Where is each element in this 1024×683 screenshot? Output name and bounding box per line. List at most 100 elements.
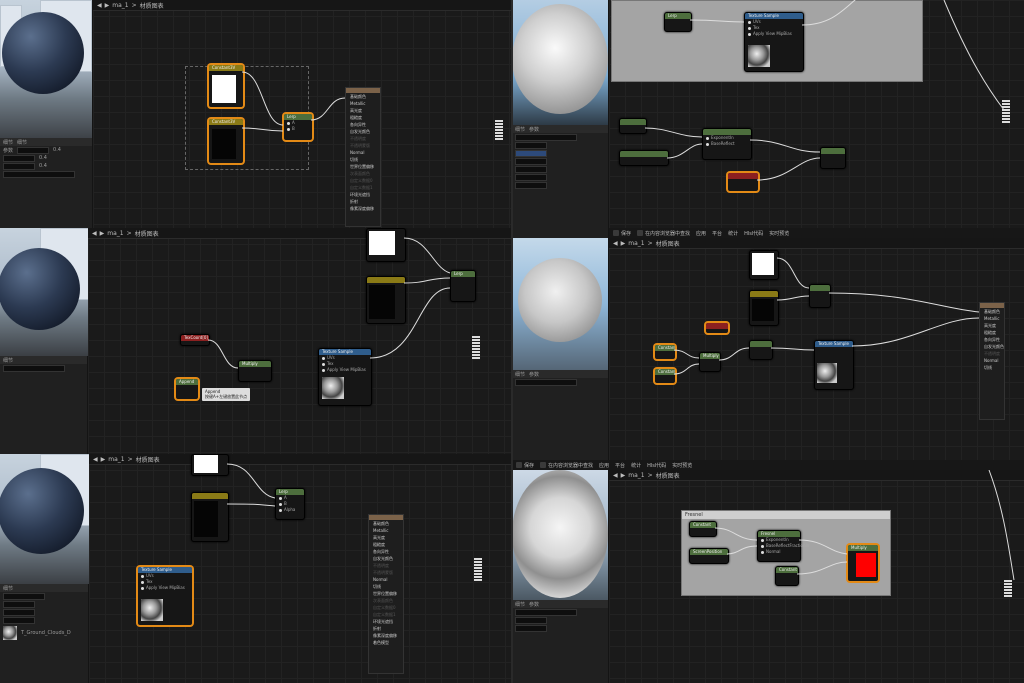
- param-field[interactable]: [3, 608, 35, 616]
- param-field[interactable]: [515, 165, 547, 173]
- save-button[interactable]: 保存: [516, 462, 534, 469]
- texture-sample-node[interactable]: Texture Sample: [814, 340, 854, 390]
- preview-viewport[interactable]: [0, 0, 92, 140]
- preview-viewport[interactable]: [512, 470, 608, 600]
- search-field[interactable]: [515, 133, 577, 141]
- texcoord-node[interactable]: [705, 322, 729, 334]
- forward-icon[interactable]: ▶: [100, 230, 105, 237]
- screen-position-node[interactable]: [619, 150, 669, 166]
- param-field[interactable]: [3, 154, 35, 162]
- param-field[interactable]: [515, 181, 547, 189]
- param-field[interactable]: [3, 592, 45, 600]
- preview-viewport[interactable]: [512, 0, 608, 125]
- constant3v-node[interactable]: [749, 250, 779, 280]
- param-field[interactable]: [515, 624, 547, 632]
- live-preview-button[interactable]: 实时预览: [672, 462, 692, 469]
- param-field[interactable]: [515, 141, 547, 149]
- param-field[interactable]: [3, 616, 35, 624]
- search-field[interactable]: [515, 608, 577, 616]
- material-graph[interactable]: ◀ ▶ ma_1 > 材质图表 Fresnel Constant ScreenP…: [609, 470, 1024, 683]
- constant3v-node[interactable]: [191, 454, 229, 476]
- back-icon[interactable]: ◀: [613, 240, 618, 247]
- preview-viewport[interactable]: [512, 238, 608, 370]
- forward-icon[interactable]: ▶: [105, 2, 110, 9]
- param-tab[interactable]: 细节: [17, 139, 27, 146]
- multiply-node[interactable]: Multiply: [238, 360, 272, 382]
- fresnel-node[interactable]: ExponentIn BaseReflect: [702, 128, 752, 160]
- material-graph[interactable]: ◀ ▶ ma_1 > 材质图表 Lerp A B Alpha Texture S…: [89, 454, 512, 683]
- stats-button[interactable]: 统计: [728, 230, 738, 237]
- platform-button[interactable]: 平台: [712, 230, 722, 237]
- material-graph[interactable]: ◀ ▶ ma_1 > 材质图表 Constant Constant Multip…: [609, 238, 1024, 460]
- apply-button[interactable]: 应用: [599, 462, 609, 469]
- texcoord-node[interactable]: TexCoord[0]: [180, 334, 210, 346]
- constant-node[interactable]: Constant: [654, 368, 676, 384]
- forward-icon[interactable]: ▶: [621, 472, 626, 479]
- param-field[interactable]: [515, 157, 547, 165]
- search-field[interactable]: [3, 364, 65, 372]
- search-field[interactable]: [515, 378, 577, 386]
- multiply-node[interactable]: Constant: [775, 566, 799, 586]
- material-graph[interactable]: Lerp Texture Sample UVs Tex Apply View M…: [609, 0, 1024, 228]
- hlsl-button[interactable]: Hlsl代码: [744, 230, 763, 237]
- material-output-node[interactable]: 基础颜色 Metallic 高光度 粗糙度 各向异性 自发光颜色 不透明度 不透…: [368, 514, 404, 674]
- search-field[interactable]: [3, 170, 75, 178]
- texture-sample-node[interactable]: Texture Sample UVs Tex Apply View MipBia…: [137, 566, 193, 626]
- param-field[interactable]: [515, 616, 547, 624]
- multiply-node[interactable]: [749, 340, 773, 360]
- back-icon[interactable]: ◀: [92, 230, 97, 237]
- material-graph[interactable]: ◀ ▶ ma_1 > 材质图表 Lerp TexCoord[0] Multipl…: [88, 228, 512, 454]
- browse-button[interactable]: 在内容浏览器中查找: [637, 230, 690, 237]
- param-field[interactable]: [3, 162, 35, 170]
- lerp-node[interactable]: Lerp: [664, 12, 692, 32]
- save-button[interactable]: 保存: [613, 230, 631, 237]
- lerp-node[interactable]: [366, 228, 406, 262]
- forward-icon[interactable]: ▶: [101, 456, 106, 463]
- constant-node[interactable]: [619, 118, 647, 134]
- multiply-node[interactable]: Multiply: [699, 352, 721, 372]
- constant3v-node[interactable]: [366, 276, 406, 324]
- param-field[interactable]: [515, 173, 547, 181]
- details-tab[interactable]: 细节: [3, 139, 13, 146]
- preview-viewport[interactable]: [0, 454, 92, 584]
- preview-viewport[interactable]: [0, 228, 92, 356]
- lerp-node[interactable]: Lerp A B: [283, 113, 313, 141]
- param-field[interactable]: [515, 149, 547, 157]
- constant-node[interactable]: Constant: [654, 344, 676, 360]
- constant3v-node[interactable]: Constant3V: [208, 64, 244, 108]
- constant-node[interactable]: [727, 172, 759, 192]
- back-icon[interactable]: ◀: [613, 472, 618, 479]
- lerp-node[interactable]: [809, 284, 831, 308]
- apply-button[interactable]: 应用: [696, 230, 706, 237]
- lerp-node[interactable]: Lerp: [450, 270, 476, 302]
- constant3v-node[interactable]: [191, 492, 229, 542]
- material-output-node[interactable]: 基础颜色 Metallic 高光度 粗糙度 各向异性 自发光颜色 不透明度 不透…: [345, 87, 381, 227]
- editor-panel-bottom-right: 保存 在内容浏览器中查找 应用 平台 统计 Hlsl代码 实时预览 细节 参数 ◀…: [512, 460, 1024, 683]
- append-node[interactable]: Append: [175, 378, 199, 400]
- platform-button[interactable]: 平台: [615, 462, 625, 469]
- stats-button[interactable]: 统计: [631, 462, 641, 469]
- hlsl-button[interactable]: Hlsl代码: [647, 462, 666, 469]
- texture-thumbnail: [817, 363, 837, 383]
- lerp-node[interactable]: Lerp A B Alpha: [275, 488, 305, 520]
- stats-meter: [472, 336, 480, 360]
- browse-button[interactable]: 在内容浏览器中查找: [540, 462, 593, 469]
- constant3v-node[interactable]: Constant3V: [208, 118, 244, 164]
- texture-thumbnail[interactable]: [3, 626, 17, 640]
- multiply-node[interactable]: Multiply: [847, 544, 879, 582]
- screen-position-node[interactable]: ScreenPosition: [689, 548, 729, 564]
- texture-sample-node[interactable]: Texture Sample UVs Tex Apply View MipBia…: [744, 12, 804, 72]
- param-field[interactable]: [17, 146, 50, 154]
- constant3v-node[interactable]: [749, 290, 779, 326]
- back-icon[interactable]: ◀: [97, 2, 102, 9]
- multiply-node[interactable]: [820, 147, 846, 169]
- param-field[interactable]: [3, 600, 35, 608]
- live-preview-button[interactable]: 实时预览: [769, 230, 789, 237]
- back-icon[interactable]: ◀: [93, 456, 98, 463]
- texture-sample-node[interactable]: Texture Sample UVs Tex Apply View MipBia…: [318, 348, 372, 406]
- constant-node[interactable]: Constant: [689, 521, 717, 537]
- forward-icon[interactable]: ▶: [621, 240, 626, 247]
- material-graph[interactable]: ◀ ▶ ma_1 > 材质图表 Constant3V Constant3V Le…: [93, 0, 512, 228]
- fresnel-node[interactable]: Fresnel Exponentln BaseReflectFractionIn…: [757, 530, 809, 562]
- material-output-node[interactable]: 基础颜色 Metallic 高光度 粗糙度 各向异性 自发光颜色 不透明度 No…: [979, 302, 1005, 420]
